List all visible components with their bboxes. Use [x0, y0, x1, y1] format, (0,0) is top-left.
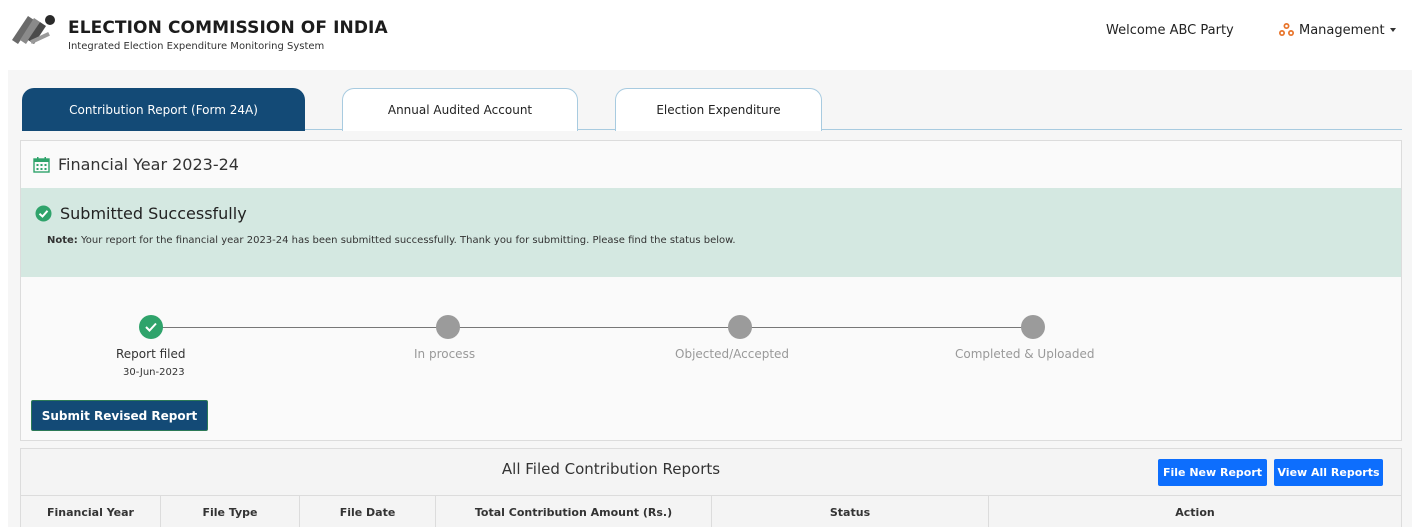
step-date-report-filed: 30-Jun-2023	[123, 367, 185, 378]
financial-year-heading: Financial Year 2023-24	[33, 155, 239, 174]
eci-logo-icon	[12, 15, 55, 45]
financial-year-panel: Financial Year 2023-24 Submitted Success…	[20, 140, 1402, 441]
check-circle-icon	[35, 205, 52, 222]
success-title-text: Submitted Successfully	[60, 204, 247, 223]
step-label-in-process: In process	[414, 347, 476, 361]
stepper-line	[740, 327, 1030, 328]
success-note: Note: Your report for the financial year…	[47, 235, 736, 246]
tab-contribution-report[interactable]: Contribution Report (Form 24A)	[22, 88, 305, 131]
tab-annual-audited-account[interactable]: Annual Audited Account	[342, 88, 578, 131]
reports-title: All Filed Contribution Reports	[501, 460, 721, 478]
brand-subtitle: Integrated Election Expenditure Monitori…	[68, 41, 325, 52]
caret-down-icon	[1389, 28, 1396, 32]
tab-bar: Contribution Report (Form 24A) Annual Au…	[22, 88, 1402, 131]
step-dot-in-process	[436, 315, 460, 339]
users-group-icon	[1279, 23, 1294, 36]
step-dot-completed-uploaded	[1021, 315, 1045, 339]
step-dot-report-filed	[139, 315, 163, 339]
welcome-text: Welcome ABC Party	[1106, 23, 1234, 38]
step-label-report-filed: Report filed	[116, 347, 186, 361]
column-status: Status	[712, 496, 989, 527]
column-financial-year: Financial Year	[21, 496, 161, 527]
filed-reports-panel: All Filed Contribution Reports File New …	[20, 448, 1402, 527]
note-label: Note:	[47, 235, 78, 246]
tab-election-expenditure[interactable]: Election Expenditure	[615, 88, 822, 131]
success-banner: Submitted Successfully Note: Your report…	[21, 188, 1401, 277]
step-label-completed-uploaded: Completed & Uploaded	[955, 347, 1095, 361]
management-menu[interactable]: Management	[1278, 22, 1396, 38]
check-icon	[145, 322, 157, 332]
calendar-icon	[33, 157, 50, 173]
column-file-type: File Type	[161, 496, 300, 527]
success-title: Submitted Successfully	[35, 204, 247, 223]
column-action: Action	[1175, 506, 1215, 519]
brand-title: ELECTION COMMISSION OF INDIA	[68, 18, 388, 38]
reports-table-header: Financial Year File Type File Date Total…	[21, 495, 1401, 527]
step-label-objected-accepted: Objected/Accepted	[675, 347, 790, 361]
management-label: Management	[1299, 22, 1385, 38]
column-total-contribution: Total Contribution Amount (Rs.)	[436, 496, 712, 527]
financial-year-label: Financial Year 2023-24	[58, 155, 239, 174]
view-all-reports-button[interactable]: View All Reports	[1274, 459, 1383, 486]
note-text: Your report for the financial year 2023-…	[81, 235, 736, 246]
file-new-report-button[interactable]: File New Report	[1158, 459, 1267, 486]
submit-revised-report-button[interactable]: Submit Revised Report	[31, 400, 208, 431]
app-header: ELECTION COMMISSION OF INDIA Integrated …	[0, 0, 1418, 66]
step-dot-objected-accepted	[728, 315, 752, 339]
column-file-date: File Date	[300, 496, 436, 527]
